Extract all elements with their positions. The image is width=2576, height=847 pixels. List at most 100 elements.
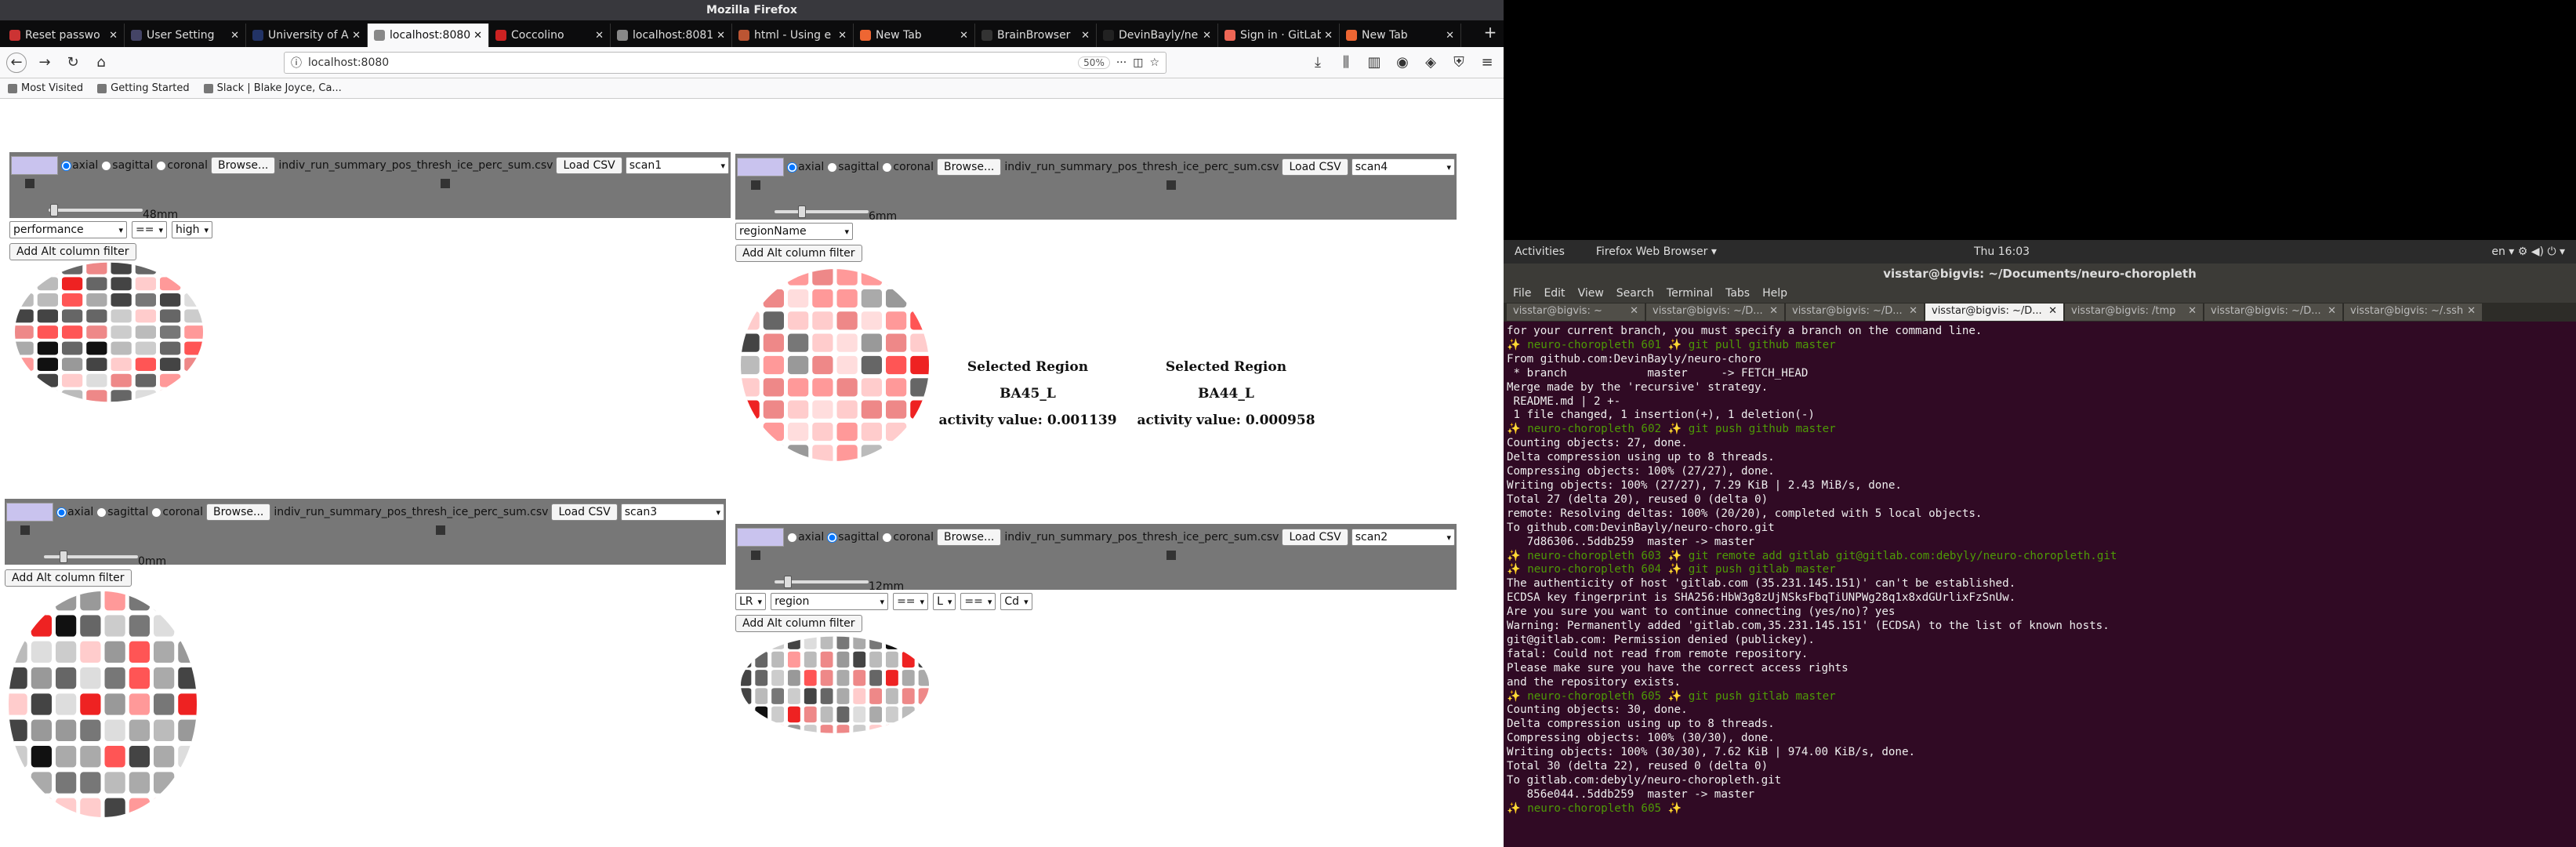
brain-region[interactable] <box>818 650 835 669</box>
scan-select[interactable]: scan3 <box>620 503 724 521</box>
browse-button[interactable]: Browse... <box>211 157 276 174</box>
brain-region[interactable] <box>60 340 85 356</box>
menu-icon[interactable]: ≡ <box>1477 53 1497 73</box>
brain-region[interactable] <box>6 588 29 613</box>
url-bar[interactable]: ⓘ localhost:8080 50% ··· ◫ ☆ <box>284 51 1166 74</box>
filter-select[interactable]: Cd <box>1000 593 1032 610</box>
browser-tab[interactable]: localhost:8080/✕ <box>368 24 489 47</box>
brain-region[interactable] <box>183 275 205 292</box>
brain-region[interactable] <box>54 769 78 796</box>
brain-region[interactable] <box>6 769 29 796</box>
brain-region[interactable] <box>761 443 786 463</box>
browser-tab[interactable]: Reset passwo ✕ <box>3 24 125 47</box>
brain-region[interactable] <box>883 443 909 463</box>
brain-region[interactable] <box>770 650 785 669</box>
extension-icon[interactable]: ◈ <box>1420 53 1441 73</box>
browser-tab[interactable]: New Tab ✕ <box>854 24 975 47</box>
brain-region[interactable] <box>54 665 78 691</box>
browser-tab[interactable]: User Setting ✕ <box>125 24 246 47</box>
brain-region[interactable] <box>60 388 85 404</box>
browser-tab[interactable]: Sign in · GitLab ✕ <box>1218 24 1340 47</box>
brain-region[interactable] <box>883 398 909 420</box>
reload-icon[interactable]: ↻ <box>63 53 83 73</box>
brain-region[interactable] <box>738 376 761 398</box>
system-indicators[interactable]: en ▾ ⚙ ◀) ⏻ ▾ <box>2491 245 2565 258</box>
terminal-menu-item[interactable]: Help <box>1762 287 1787 300</box>
slider-handle[interactable] <box>50 204 58 216</box>
view-thumbnail[interactable] <box>737 528 785 547</box>
brain-region[interactable] <box>883 650 900 669</box>
pocket-icon[interactable]: ◫ <box>1133 56 1143 69</box>
brain-region[interactable] <box>60 292 85 308</box>
brain-region[interactable] <box>761 398 786 420</box>
brain-region[interactable] <box>738 650 753 669</box>
brain-region[interactable] <box>35 373 60 389</box>
brain-region[interactable] <box>753 633 770 651</box>
brain-region[interactable] <box>883 633 900 651</box>
close-icon[interactable]: ✕ <box>595 30 604 42</box>
brain-region[interactable] <box>133 340 158 356</box>
filter-select[interactable]: high <box>172 221 213 238</box>
brain-region[interactable] <box>60 356 85 373</box>
brain-region[interactable] <box>103 718 127 743</box>
brain-region[interactable] <box>158 275 183 292</box>
bookmark-item[interactable]: Getting Started <box>97 82 190 94</box>
brain-region[interactable] <box>900 668 916 687</box>
brain-region[interactable] <box>183 260 205 276</box>
load-csv-button[interactable]: Load CSV <box>1282 158 1348 176</box>
brain-region[interactable] <box>811 310 835 332</box>
filter-select[interactable]: == <box>960 593 996 610</box>
brain-region[interactable] <box>29 691 54 718</box>
close-icon[interactable]: ✕ <box>2467 305 2476 319</box>
browser-tab[interactable]: University of A ✕ <box>246 24 368 47</box>
activities-button[interactable]: Activities <box>1515 245 1565 258</box>
brain-region[interactable] <box>900 687 916 706</box>
slice-slider[interactable] <box>49 209 143 212</box>
close-icon[interactable]: ✕ <box>109 30 118 42</box>
brain-region[interactable] <box>835 376 859 398</box>
brain-region[interactable] <box>85 260 109 276</box>
brain-region[interactable] <box>811 443 835 463</box>
slice-slider[interactable] <box>44 555 138 558</box>
brain-region[interactable] <box>738 668 753 687</box>
clock[interactable]: Thu 16:03 <box>1974 245 2030 258</box>
view-radio-coronal[interactable]: coronal <box>882 161 934 173</box>
brain-region[interactable] <box>133 388 158 404</box>
brain-region[interactable] <box>29 639 54 665</box>
brain-region[interactable] <box>176 665 199 691</box>
brain-region[interactable] <box>158 388 183 404</box>
brain-region[interactable] <box>802 650 818 669</box>
brain-region[interactable] <box>883 376 909 398</box>
slider-handle[interactable] <box>784 576 792 588</box>
view-radio-sagittal[interactable]: sagittal <box>96 506 148 518</box>
brain-region[interactable] <box>127 665 151 691</box>
radio-sagittal[interactable] <box>827 532 838 543</box>
close-icon[interactable]: ✕ <box>960 30 968 42</box>
brain-region[interactable] <box>29 718 54 743</box>
brain-region[interactable] <box>151 588 176 613</box>
brain-region[interactable] <box>109 356 133 373</box>
browse-button[interactable]: Browse... <box>937 529 1002 546</box>
brain-map[interactable] <box>737 632 933 742</box>
brain-region[interactable] <box>883 354 909 376</box>
close-icon[interactable]: ✕ <box>1081 30 1090 42</box>
brain-region[interactable] <box>851 668 868 687</box>
filter-select[interactable]: L <box>933 593 956 610</box>
brain-region[interactable] <box>6 613 29 639</box>
brain-region[interactable] <box>29 769 54 796</box>
filter-select[interactable]: == <box>132 221 167 238</box>
brain-region[interactable] <box>859 420 883 443</box>
brain-region[interactable] <box>13 260 35 276</box>
downloads-icon[interactable]: ⤓ <box>1308 53 1328 73</box>
brain-region[interactable] <box>127 769 151 796</box>
brain-region[interactable] <box>35 340 60 356</box>
radio-coronal[interactable] <box>882 532 893 543</box>
brain-region[interactable] <box>109 373 133 389</box>
brain-region[interactable] <box>883 332 909 354</box>
brain-region[interactable] <box>133 275 158 292</box>
brain-region[interactable] <box>127 613 151 639</box>
brain-region[interactable] <box>133 373 158 389</box>
zoom-badge[interactable]: 50% <box>1078 56 1110 69</box>
brain-region[interactable] <box>738 723 753 742</box>
view-radio-sagittal[interactable]: sagittal <box>101 159 153 172</box>
